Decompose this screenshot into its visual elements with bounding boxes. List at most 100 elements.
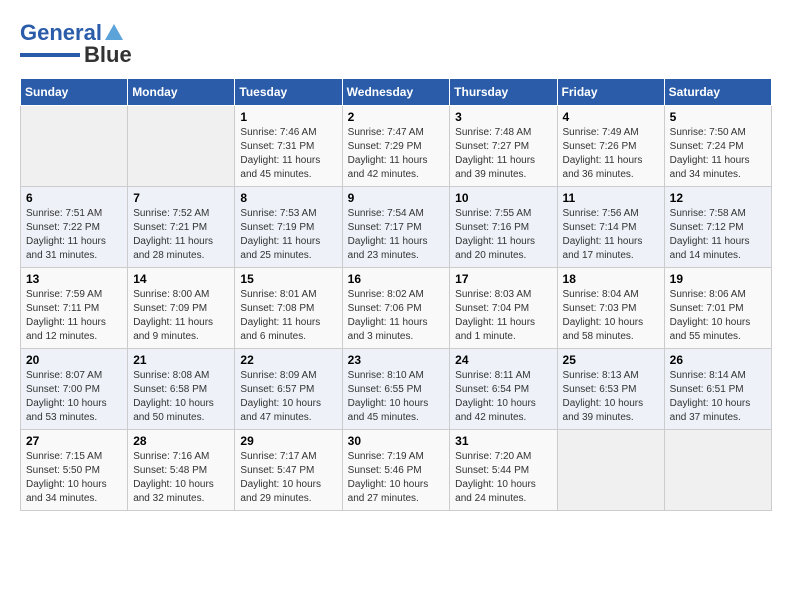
calendar-cell: 31 Sunrise: 7:20 AM Sunset: 5:44 PM Dayli… [450,430,557,511]
day-number: 12 [670,191,766,205]
calendar-cell: 24Sunrise: 8:11 AM Sunset: 6:54 PM Dayli… [450,349,557,430]
calendar-cell: 25 Sunrise: 8:13 AM Sunset: 6:53 PM Dayli… [557,349,664,430]
day-number: 15 [240,272,336,286]
day-number: 20 [26,353,122,367]
day-number: 25 [563,353,659,367]
day-info: Sunrise: 8:02 AM Sunset: 7:06 PM Dayligh… [348,288,445,344]
logo: General Blue [20,20,132,68]
calendar-cell: 8Sunrise: 7:53 AM Sunset: 7:19 PM Daylig… [235,187,342,268]
calendar-cell: 17Sunrise: 8:03 AM Sunset: 7:04 PM Dayli… [450,268,557,349]
day-info: Sunrise: 7:55 AM Sunset: 7:16 PM Dayligh… [455,207,551,263]
calendar-cell: 15 Sunrise: 8:01 AM Sunset: 7:08 PM Dayli… [235,268,342,349]
day-info: Sunrise: 7:58 AM Sunset: 7:12 PM Dayligh… [670,207,766,263]
calendar-cell: 3 Sunrise: 7:48 AM Sunset: 7:27 PM Daylig… [450,106,557,187]
day-info: Sunrise: 8:10 AM Sunset: 6:55 PM Dayligh… [348,369,445,425]
header-monday: Monday [128,79,235,106]
calendar-cell: 2Sunrise: 7:47 AM Sunset: 7:29 PM Daylig… [342,106,450,187]
calendar-week-5: 27 Sunrise: 7:15 AM Sunset: 5:50 PM Dayli… [21,430,772,511]
day-number: 27 [26,434,122,448]
day-info: Sunrise: 7:15 AM Sunset: 5:50 PM Dayligh… [26,450,122,506]
calendar-cell: 6 Sunrise: 7:51 AM Sunset: 7:22 PM Daylig… [21,187,128,268]
calendar-cell: 5 Sunrise: 7:50 AM Sunset: 7:24 PM Daylig… [664,106,771,187]
day-info: Sunrise: 7:56 AM Sunset: 7:14 PM Dayligh… [563,207,659,263]
day-number: 21 [133,353,229,367]
calendar-cell: 27 Sunrise: 7:15 AM Sunset: 5:50 PM Dayli… [21,430,128,511]
header-saturday: Saturday [664,79,771,106]
day-number: 14 [133,272,229,286]
day-info: Sunrise: 8:11 AM Sunset: 6:54 PM Dayligh… [455,369,551,425]
day-info: Sunrise: 7:46 AM Sunset: 7:31 PM Dayligh… [240,126,336,182]
day-number: 18 [563,272,659,286]
day-info: Sunrise: 7:49 AM Sunset: 7:26 PM Dayligh… [563,126,659,182]
calendar-week-3: 13 Sunrise: 7:59 AM Sunset: 7:11 PM Dayli… [21,268,772,349]
logo-bar [20,53,80,57]
day-number: 5 [670,110,766,124]
calendar-cell: 22Sunrise: 8:09 AM Sunset: 6:57 PM Dayli… [235,349,342,430]
day-info: Sunrise: 7:19 AM Sunset: 5:46 PM Dayligh… [348,450,445,506]
day-info: Sunrise: 7:17 AM Sunset: 5:47 PM Dayligh… [240,450,336,506]
calendar-cell: 12 Sunrise: 7:58 AM Sunset: 7:12 PM Dayli… [664,187,771,268]
logo-triangle-icon [105,24,123,40]
day-info: Sunrise: 7:16 AM Sunset: 5:48 PM Dayligh… [133,450,229,506]
day-number: 9 [348,191,445,205]
day-number: 1 [240,110,336,124]
calendar-week-2: 6 Sunrise: 7:51 AM Sunset: 7:22 PM Daylig… [21,187,772,268]
calendar-cell [664,430,771,511]
day-number: 28 [133,434,229,448]
day-info: Sunrise: 8:01 AM Sunset: 7:08 PM Dayligh… [240,288,336,344]
header-wednesday: Wednesday [342,79,450,106]
day-info: Sunrise: 7:53 AM Sunset: 7:19 PM Dayligh… [240,207,336,263]
calendar-cell: 7Sunrise: 7:52 AM Sunset: 7:21 PM Daylig… [128,187,235,268]
day-number: 2 [348,110,445,124]
day-info: Sunrise: 8:07 AM Sunset: 7:00 PM Dayligh… [26,369,122,425]
header-sunday: Sunday [21,79,128,106]
calendar-cell: 30 Sunrise: 7:19 AM Sunset: 5:46 PM Dayli… [342,430,450,511]
day-number: 6 [26,191,122,205]
day-info: Sunrise: 8:03 AM Sunset: 7:04 PM Dayligh… [455,288,551,344]
header-thursday: Thursday [450,79,557,106]
calendar-week-4: 20 Sunrise: 8:07 AM Sunset: 7:00 PM Dayli… [21,349,772,430]
day-info: Sunrise: 8:00 AM Sunset: 7:09 PM Dayligh… [133,288,229,344]
day-info: Sunrise: 7:48 AM Sunset: 7:27 PM Dayligh… [455,126,551,182]
calendar-cell: 26 Sunrise: 8:14 AM Sunset: 6:51 PM Dayli… [664,349,771,430]
calendar-table: SundayMondayTuesdayWednesdayThursdayFrid… [20,78,772,511]
calendar-cell: 16Sunrise: 8:02 AM Sunset: 7:06 PM Dayli… [342,268,450,349]
calendar-cell: 4 Sunrise: 7:49 AM Sunset: 7:26 PM Daylig… [557,106,664,187]
page-header: General Blue [20,20,772,68]
day-number: 19 [670,272,766,286]
day-number: 11 [563,191,659,205]
day-number: 23 [348,353,445,367]
calendar-week-1: 1 Sunrise: 7:46 AM Sunset: 7:31 PM Daylig… [21,106,772,187]
day-number: 26 [670,353,766,367]
day-number: 10 [455,191,551,205]
calendar-cell: 18 Sunrise: 8:04 AM Sunset: 7:03 PM Dayli… [557,268,664,349]
day-info: Sunrise: 7:59 AM Sunset: 7:11 PM Dayligh… [26,288,122,344]
day-info: Sunrise: 7:20 AM Sunset: 5:44 PM Dayligh… [455,450,551,506]
calendar-header-row: SundayMondayTuesdayWednesdayThursdayFrid… [21,79,772,106]
day-info: Sunrise: 8:06 AM Sunset: 7:01 PM Dayligh… [670,288,766,344]
day-number: 30 [348,434,445,448]
day-number: 13 [26,272,122,286]
header-tuesday: Tuesday [235,79,342,106]
day-number: 29 [240,434,336,448]
day-info: Sunrise: 8:09 AM Sunset: 6:57 PM Dayligh… [240,369,336,425]
day-info: Sunrise: 7:51 AM Sunset: 7:22 PM Dayligh… [26,207,122,263]
calendar-cell [128,106,235,187]
calendar-cell [557,430,664,511]
day-info: Sunrise: 8:08 AM Sunset: 6:58 PM Dayligh… [133,369,229,425]
day-info: Sunrise: 8:04 AM Sunset: 7:03 PM Dayligh… [563,288,659,344]
calendar-cell: 11 Sunrise: 7:56 AM Sunset: 7:14 PM Dayli… [557,187,664,268]
day-info: Sunrise: 8:13 AM Sunset: 6:53 PM Dayligh… [563,369,659,425]
calendar-cell: 1 Sunrise: 7:46 AM Sunset: 7:31 PM Daylig… [235,106,342,187]
calendar-cell: 13 Sunrise: 7:59 AM Sunset: 7:11 PM Dayli… [21,268,128,349]
calendar-cell: 21 Sunrise: 8:08 AM Sunset: 6:58 PM Dayli… [128,349,235,430]
day-number: 7 [133,191,229,205]
day-number: 3 [455,110,551,124]
day-number: 31 [455,434,551,448]
calendar-cell: 23 Sunrise: 8:10 AM Sunset: 6:55 PM Dayli… [342,349,450,430]
header-friday: Friday [557,79,664,106]
calendar-cell: 29 Sunrise: 7:17 AM Sunset: 5:47 PM Dayli… [235,430,342,511]
day-number: 4 [563,110,659,124]
day-info: Sunrise: 7:50 AM Sunset: 7:24 PM Dayligh… [670,126,766,182]
day-info: Sunrise: 8:14 AM Sunset: 6:51 PM Dayligh… [670,369,766,425]
